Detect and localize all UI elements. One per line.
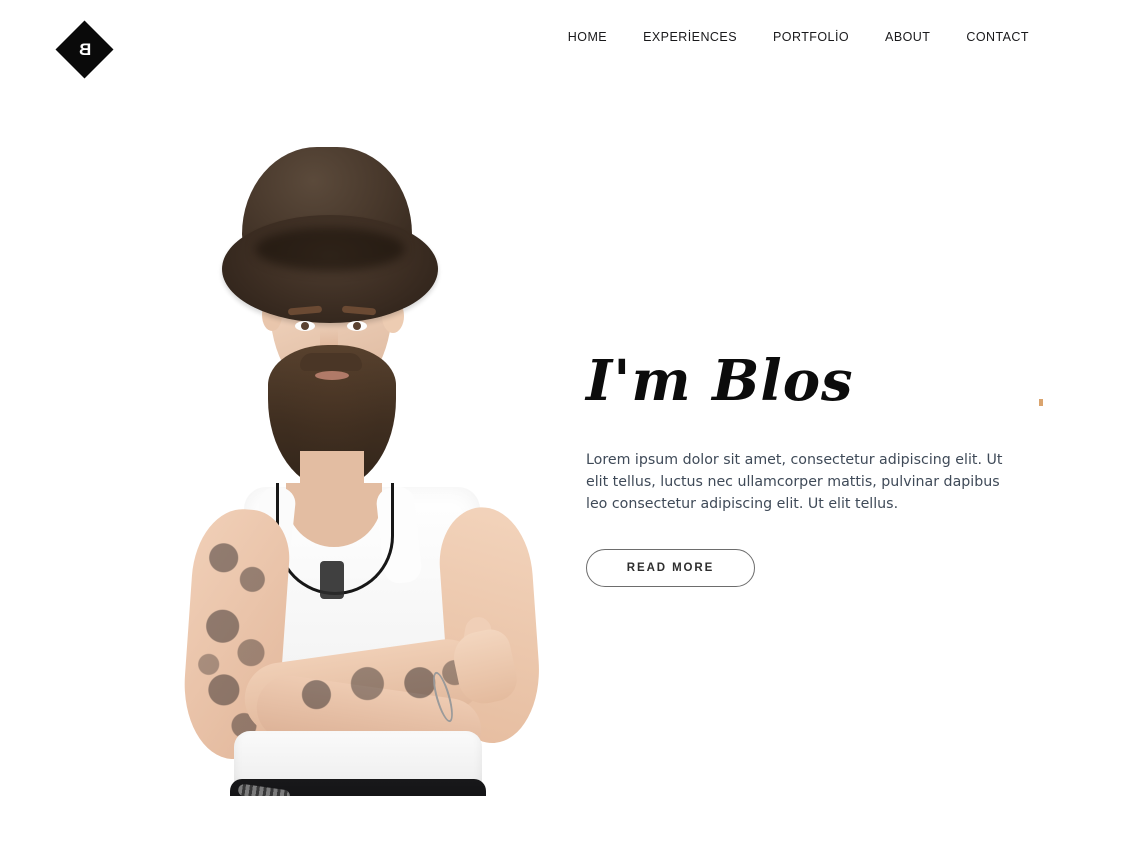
nav-item-contact[interactable]: CONTACT [966, 28, 1029, 46]
eye-right [347, 321, 367, 331]
nav-item-portfolio[interactable]: PORTFOLİO [773, 28, 849, 46]
decorative-speck [1039, 399, 1043, 406]
hero-copy-block: I'm Blos Lorem ipsum dolor sit amet, con… [586, 352, 1016, 587]
hero-portrait-photo [160, 131, 580, 796]
nav-item-home[interactable]: HOME [568, 28, 607, 46]
brand-logo-letter: B [78, 39, 92, 59]
nav-item-experiences[interactable]: EXPERİENCES [643, 28, 737, 46]
mustache [300, 353, 362, 371]
hero-description: Lorem ipsum dolor sit amet, consectetur … [586, 451, 1003, 512]
hat-shadow [255, 227, 405, 271]
necklace-pendant [320, 561, 344, 599]
hero-title: I'm Blos [586, 348, 854, 414]
brand-logo[interactable]: B [55, 20, 114, 79]
hero-section: I'm Blos Lorem ipsum dolor sit amet, con… [0, 0, 1142, 856]
read-more-button[interactable]: READ MORE [586, 548, 755, 587]
portrait-illustration [160, 131, 580, 796]
main-navigation: HOME EXPERİENCES PORTFOLİO ABOUT CONTACT [568, 28, 1029, 46]
nav-item-about[interactable]: ABOUT [885, 28, 930, 46]
eye-left [295, 321, 315, 331]
site-header: B HOME EXPERİENCES PORTFOLİO ABOUT CONTA… [0, 0, 1142, 100]
mouth [315, 371, 349, 380]
